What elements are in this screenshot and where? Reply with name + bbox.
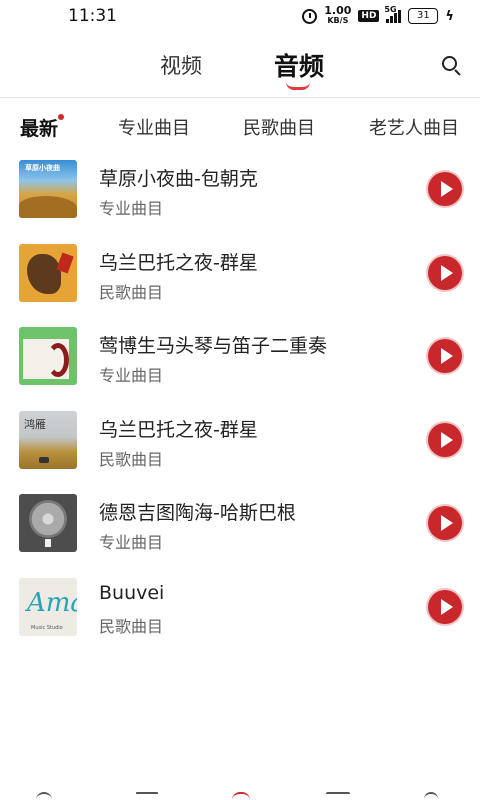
header-divider bbox=[0, 97, 480, 98]
active-tab-indicator bbox=[286, 82, 310, 90]
list-item[interactable]: 草原小夜曲 草原小夜曲-包朝克 专业曲目 bbox=[0, 160, 480, 244]
status-bar: 11:31 1.00 KB/S HD 5G 31 ϟ bbox=[0, 0, 480, 32]
cover-logo: Amaiz bbox=[27, 587, 77, 618]
center-icon[interactable] bbox=[232, 792, 250, 800]
category-tab-latest[interactable]: 最新 bbox=[20, 114, 58, 141]
message-icon[interactable] bbox=[326, 792, 350, 800]
play-icon[interactable] bbox=[428, 422, 462, 457]
cover-text: 草原小夜曲 bbox=[25, 164, 60, 172]
song-title: 德恩吉图陶海-哈斯巴根 bbox=[99, 502, 296, 524]
song-category: 专业曲目 bbox=[99, 199, 164, 218]
profile-icon[interactable] bbox=[424, 792, 438, 800]
tab-video[interactable]: 视频 bbox=[160, 50, 202, 80]
song-category: 专业曲目 bbox=[99, 366, 164, 385]
play-icon[interactable] bbox=[428, 589, 462, 624]
song-title: 乌兰巴托之夜-群星 bbox=[99, 251, 258, 274]
album-cover bbox=[19, 327, 77, 385]
album-cover: 草原小夜曲 bbox=[19, 160, 77, 218]
album-cover bbox=[19, 243, 77, 302]
category-tab-veteran[interactable]: 老艺人曲目 bbox=[369, 114, 459, 140]
category-tabs: 最新 专业曲目 民歌曲目 老艺人曲目 bbox=[0, 112, 480, 142]
album-cover: 鸿雁 bbox=[19, 410, 77, 469]
list-item[interactable]: 德恩吉图陶海-哈斯巴根 专业曲目 bbox=[0, 494, 480, 578]
cover-studio: Music Studio bbox=[31, 624, 63, 631]
song-title: Buuvei bbox=[99, 581, 165, 604]
top-tabs: 视频 音频 bbox=[0, 40, 480, 96]
net-speed-value: 1.00 bbox=[324, 4, 352, 17]
status-time: 11:31 bbox=[68, 6, 117, 26]
battery-level: 31 bbox=[417, 10, 430, 21]
list-item[interactable]: 莺博生马头琴与笛子二重奏 专业曲目 bbox=[0, 327, 480, 411]
status-icons: 1.00 KB/S HD 5G 31 ϟ bbox=[302, 5, 454, 27]
new-badge-dot bbox=[56, 112, 66, 122]
home-icon[interactable] bbox=[36, 792, 52, 800]
list-item[interactable]: 乌兰巴托之夜-群星 民歌曲目 bbox=[0, 243, 480, 328]
network-type: 5G bbox=[384, 5, 397, 14]
cover-text: 鸿雁 bbox=[24, 417, 46, 431]
hd-badge: HD bbox=[358, 10, 380, 22]
play-icon[interactable] bbox=[428, 339, 462, 373]
play-icon[interactable] bbox=[428, 255, 462, 290]
category-tab-folk[interactable]: 民歌曲目 bbox=[243, 114, 315, 140]
song-category: 民歌曲目 bbox=[99, 449, 164, 469]
song-list: 草原小夜曲 草原小夜曲-包朝克 专业曲目 乌兰巴托之夜-群星 民歌曲目 莺博生马… bbox=[0, 160, 480, 661]
bottom-nav bbox=[0, 792, 480, 800]
song-category: 民歌曲目 bbox=[99, 616, 164, 636]
song-title: 乌兰巴托之夜-群星 bbox=[99, 418, 258, 441]
play-icon[interactable] bbox=[428, 172, 462, 206]
song-title: 草原小夜曲-包朝克 bbox=[99, 168, 258, 190]
charging-icon: ϟ bbox=[445, 8, 454, 24]
song-category: 民歌曲目 bbox=[99, 282, 164, 302]
album-cover bbox=[19, 494, 77, 552]
signal-icon: 5G bbox=[384, 5, 402, 23]
song-category: 专业曲目 bbox=[99, 533, 164, 552]
alarm-icon bbox=[302, 8, 318, 24]
tab-audio[interactable]: 音频 bbox=[274, 47, 324, 83]
list-item[interactable]: Amaiz Music Studio Buuvei 民歌曲目 bbox=[0, 577, 480, 662]
net-speed: 1.00 KB/S bbox=[324, 4, 352, 26]
song-title: 莺博生马头琴与笛子二重奏 bbox=[99, 335, 328, 357]
search-icon[interactable] bbox=[440, 54, 462, 76]
list-item[interactable]: 鸿雁 乌兰巴托之夜-群星 民歌曲目 bbox=[0, 410, 480, 495]
album-cover: Amaiz Music Studio bbox=[19, 577, 77, 636]
category-tab-professional[interactable]: 专业曲目 bbox=[118, 114, 190, 140]
net-speed-unit: KB/S bbox=[327, 16, 349, 25]
play-icon[interactable] bbox=[428, 506, 462, 540]
battery-icon: 31 bbox=[408, 8, 439, 24]
list-icon[interactable] bbox=[136, 792, 158, 800]
